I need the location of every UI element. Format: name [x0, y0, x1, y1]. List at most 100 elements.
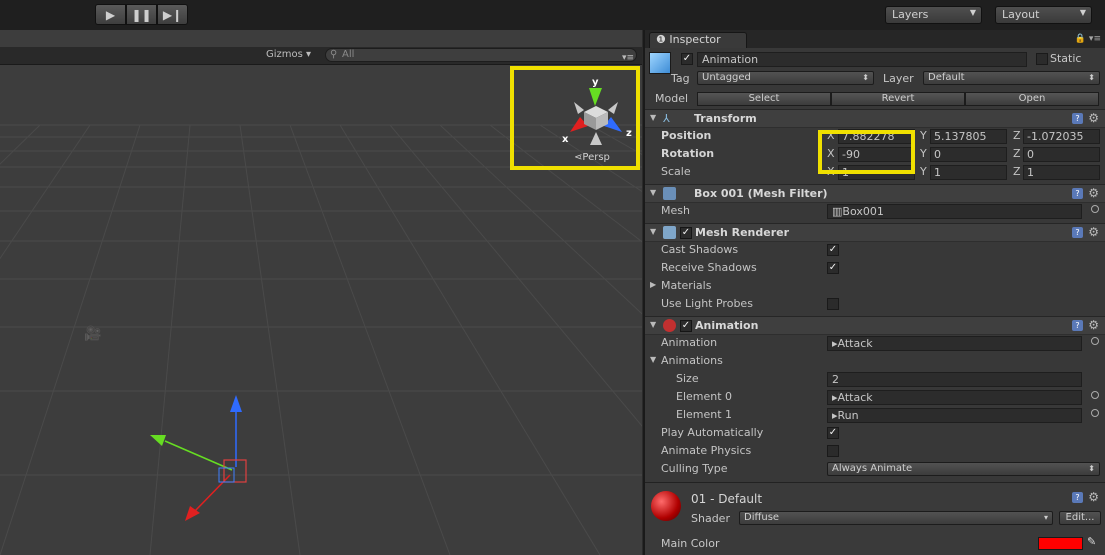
static-checkbox[interactable]: [1036, 53, 1048, 65]
object-picker-icon[interactable]: [1091, 391, 1099, 399]
scale-z-field[interactable]: 1: [1023, 165, 1100, 180]
orientation-gizmo[interactable]: y x z ⋖Persp: [510, 66, 640, 170]
help-icon[interactable]: ?: [1072, 320, 1083, 331]
animation-title: Animation: [695, 319, 759, 332]
shader-edit-button[interactable]: Edit...: [1059, 511, 1101, 525]
element1-row: Element 1 ▸Run: [645, 406, 1105, 424]
mesh-filter-icon: [663, 187, 676, 200]
y-label: Y: [920, 147, 927, 160]
size-label: Size: [676, 372, 699, 385]
mesh-value: Box001: [842, 205, 884, 218]
gear-icon[interactable]: ⚙: [1088, 318, 1099, 332]
materials-label: Materials: [661, 279, 712, 292]
model-select-button[interactable]: Select: [697, 92, 831, 106]
mesh-renderer-enabled-checkbox[interactable]: ✓: [680, 227, 692, 239]
gear-icon[interactable]: ⚙: [1088, 186, 1099, 200]
use-light-probes-checkbox[interactable]: [827, 298, 839, 310]
scale-label: Scale: [661, 165, 691, 178]
animation-enabled-checkbox[interactable]: ✓: [680, 320, 692, 332]
help-icon[interactable]: ?: [1072, 227, 1083, 238]
element0-field[interactable]: ▸Attack: [827, 390, 1082, 405]
size-field[interactable]: 2: [827, 372, 1082, 387]
y-label: Y: [920, 129, 927, 142]
animation-clip-row: Animation ▸Attack: [645, 334, 1105, 352]
help-icon[interactable]: ?: [1072, 188, 1083, 199]
cast-shadows-row: Cast Shadows ✓: [645, 241, 1105, 259]
help-icon[interactable]: ?: [1072, 492, 1083, 503]
static-label: Static: [1050, 52, 1082, 65]
gear-icon[interactable]: ⚙: [1088, 225, 1099, 239]
mesh-asset-icon: ▥: [832, 205, 843, 218]
help-icon[interactable]: ?: [1072, 113, 1083, 124]
main-color-swatch[interactable]: [1038, 537, 1083, 550]
rotation-y-field[interactable]: 0: [930, 147, 1007, 162]
culling-type-row: Culling Type Always Animate ⬍: [645, 460, 1105, 478]
play-button[interactable]: ▶: [95, 4, 126, 25]
foldout-expanded-icon: ▼: [650, 355, 657, 364]
scale-y-field[interactable]: 1: [930, 165, 1007, 180]
animation-header[interactable]: ▼ ✓ Animation ? ⚙: [645, 316, 1105, 335]
model-revert-button[interactable]: Revert: [831, 92, 965, 106]
tab-inspector[interactable]: ❶ Inspector: [649, 32, 747, 48]
z-label: Z: [1013, 129, 1021, 142]
gizmos-dropdown[interactable]: Gizmos ▾: [266, 49, 311, 60]
gear-icon[interactable]: ⚙: [1088, 111, 1099, 125]
axis-y-label: y: [592, 77, 599, 88]
object-picker-icon[interactable]: [1091, 337, 1099, 345]
inspector-panel: ❶ Inspector 🔒 ▾≡ ✓ Animation Static Tag …: [643, 30, 1105, 555]
animations-row[interactable]: ▼ Animations: [645, 352, 1105, 370]
shader-label: Shader: [691, 512, 730, 525]
scene-search-input[interactable]: ⚲ All: [325, 48, 637, 62]
animate-physics-checkbox[interactable]: [827, 445, 839, 457]
mesh-renderer-header[interactable]: ▼ ✓ Mesh Renderer ? ⚙: [645, 223, 1105, 242]
receive-shadows-checkbox[interactable]: ✓: [827, 262, 839, 274]
position-z-field[interactable]: -1.072035: [1023, 129, 1100, 144]
layers-dropdown[interactable]: Layers ▼: [885, 6, 982, 24]
object-picker-icon[interactable]: [1091, 205, 1099, 213]
pause-button[interactable]: ❚❚: [126, 4, 157, 25]
rotation-x-highlight: [818, 130, 915, 174]
foldout-expanded-icon: ▼: [650, 227, 657, 236]
transform-icon: ⅄: [663, 112, 670, 125]
play-icon: ▶: [105, 7, 116, 22]
projection-toggle[interactable]: ⋖Persp: [574, 152, 610, 163]
camera-icon[interactable]: 🎥: [84, 326, 101, 342]
panel-menu-icon[interactable]: 🔒 ▾≡: [1075, 34, 1101, 44]
step-button[interactable]: ▶❙: [157, 4, 188, 25]
materials-row[interactable]: ▶ Materials: [645, 277, 1105, 295]
foldout-expanded-icon: ▼: [650, 188, 657, 197]
mesh-filter-header[interactable]: ▼ Box 001 (Mesh Filter) ? ⚙: [645, 184, 1105, 203]
cast-shadows-checkbox[interactable]: ✓: [827, 244, 839, 256]
shader-dropdown[interactable]: Diffuse ▾: [739, 511, 1053, 525]
use-light-probes-row: Use Light Probes: [645, 295, 1105, 313]
gear-icon[interactable]: ⚙: [1088, 490, 1099, 504]
active-checkbox[interactable]: ✓: [681, 53, 693, 65]
object-name-field[interactable]: Animation: [697, 52, 1027, 67]
play-automatically-checkbox[interactable]: ✓: [827, 427, 839, 439]
object-picker-icon[interactable]: [1091, 409, 1099, 417]
animation-clip-field[interactable]: ▸Attack: [827, 336, 1082, 351]
move-gizmo[interactable]: [150, 395, 247, 521]
rotation-z-field[interactable]: 0: [1023, 147, 1100, 162]
layout-dropdown[interactable]: Layout ▼: [995, 6, 1092, 24]
culling-type-dropdown[interactable]: Always Animate ⬍: [827, 462, 1100, 476]
panel-menu-icon[interactable]: ▾≡: [622, 53, 634, 63]
element0-row: Element 0 ▸Attack: [645, 388, 1105, 406]
element1-field[interactable]: ▸Run: [827, 408, 1082, 423]
scene-view[interactable]: Gizmos ▾ ⚲ All ▾≡ 🎥 y x z ⋖Persp: [0, 30, 642, 555]
transform-header[interactable]: ▼ ⅄ Transform ? ⚙: [645, 109, 1105, 128]
search-placeholder: All: [342, 49, 355, 60]
element0-value: Attack: [837, 391, 873, 404]
layer-dropdown[interactable]: Default ⬍: [923, 71, 1100, 85]
scene-toolbar: Gizmos ▾ ⚲ All ▾≡: [0, 47, 642, 65]
tag-dropdown[interactable]: Untagged ⬍: [697, 71, 874, 85]
position-y-field[interactable]: 5.137805: [930, 129, 1007, 144]
model-open-button[interactable]: Open: [965, 92, 1099, 106]
play-automatically-row: Play Automatically ✓: [645, 424, 1105, 442]
mesh-label: Mesh: [661, 204, 690, 217]
eyedropper-icon[interactable]: ✎: [1087, 535, 1096, 548]
axis-z-label: z: [626, 128, 632, 139]
mesh-field[interactable]: ▥Box001: [827, 204, 1082, 219]
tag-value: Untagged: [702, 72, 751, 83]
animate-physics-row: Animate Physics: [645, 442, 1105, 460]
